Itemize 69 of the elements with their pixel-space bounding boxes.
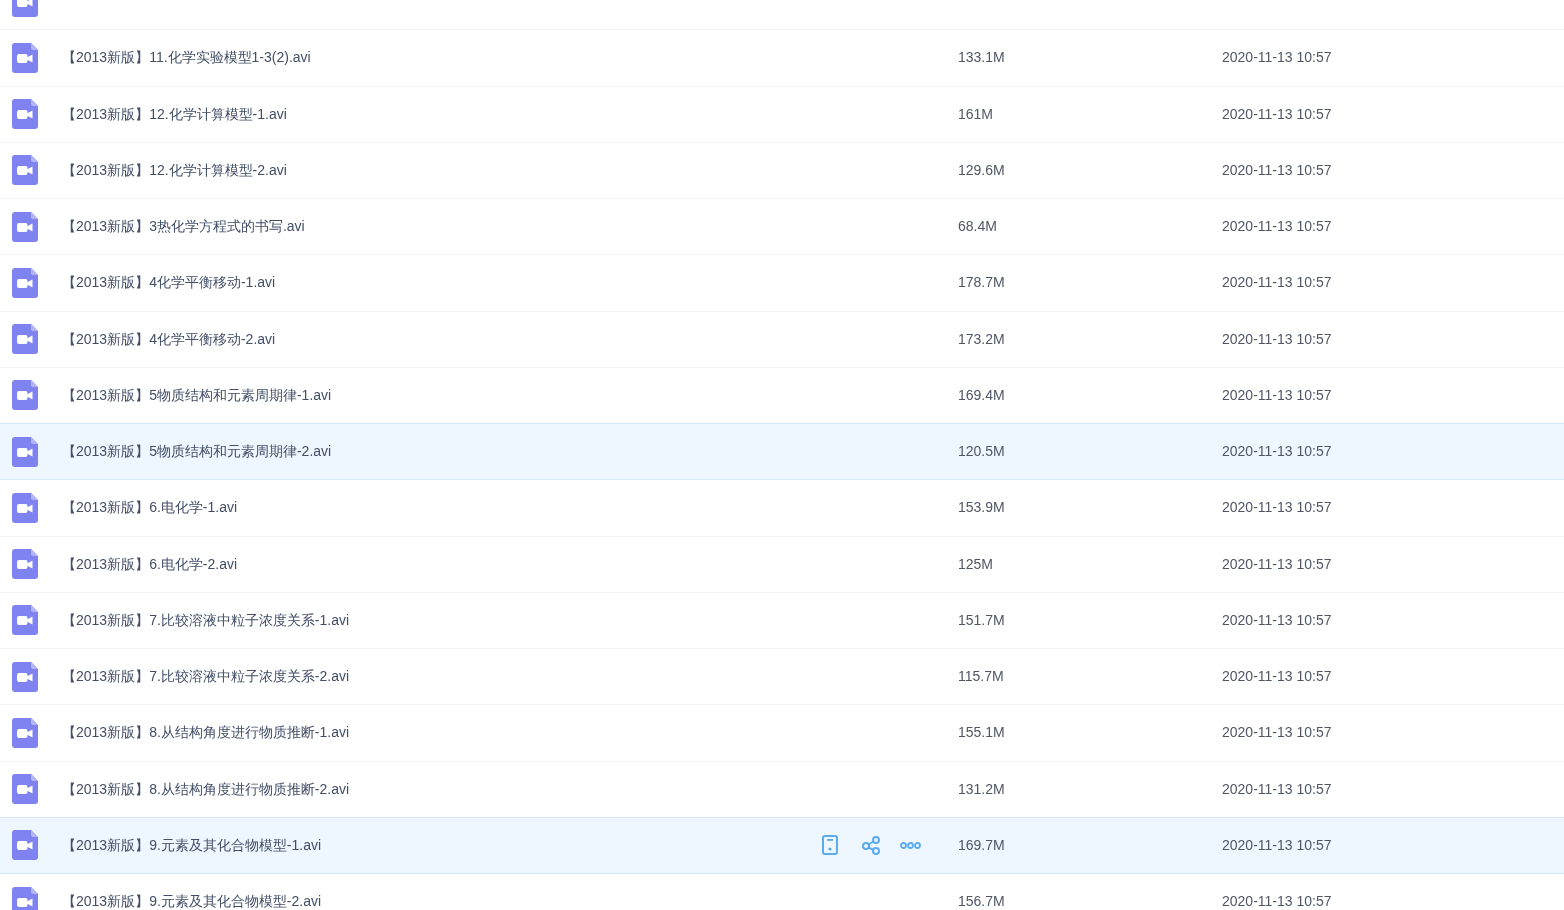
- file-size: 169.4M: [958, 387, 1006, 403]
- modified-date: 2020-11-13 10:57: [1222, 669, 1333, 685]
- file-name[interactable]: 【2013新版】7.比较溶液中粒子浓度关系-1.avi: [62, 612, 350, 628]
- file-name[interactable]: 【2013新版】5物质结构和元素周期律-1.avi: [62, 387, 332, 403]
- file-name[interactable]: 【2013新版】6.电化学-1.avi: [62, 500, 238, 516]
- video-file-icon: [12, 717, 38, 748]
- file-name[interactable]: 【2013新版】4化学平衡移动-1.avi: [62, 275, 276, 291]
- modified-date: 2020-11-13 10:57: [1222, 387, 1333, 403]
- video-file-icon: [12, 661, 38, 692]
- video-file-icon: [12, 605, 38, 636]
- file-name[interactable]: 【2013新版】8.从结构角度进行物质推断-1.avi: [62, 725, 350, 741]
- file-name[interactable]: 【2013新版】8.从结构角度进行物质推断-2.avi: [62, 781, 350, 797]
- file-size: 153.9M: [958, 500, 1006, 516]
- file-size: 68.4M: [958, 219, 998, 235]
- modified-date: 2020-11-13 10:57: [1222, 331, 1333, 347]
- modified-date: 2020-11-13 10:57: [1222, 500, 1333, 516]
- file-name[interactable]: 【2013新版】12.化学计算模型-1.avi: [62, 106, 287, 122]
- modified-date: 2020-11-13 10:57: [1222, 162, 1333, 178]
- file-name[interactable]: 【2013新版】9.元素及其化合物模型-2.avi: [62, 894, 322, 910]
- file-size: 169.7M: [958, 837, 1006, 853]
- file-name[interactable]: 【2013新版】7.比较溶液中粒子浓度关系-2.avi: [62, 669, 350, 685]
- video-file-icon: [12, 830, 38, 861]
- file-size: 120.5M: [958, 444, 1006, 460]
- video-file-icon: [12, 99, 38, 130]
- file-size: 156.7M: [958, 894, 1006, 910]
- video-file-icon: [12, 436, 38, 467]
- file-name[interactable]: 【2013新版】11.化学实验模型1-3(2).avi: [62, 50, 311, 66]
- modified-date: 2020-11-13 10:57: [1222, 725, 1333, 741]
- modified-date: 2020-11-13 10:57: [1222, 275, 1333, 291]
- video-file-icon: [12, 549, 38, 580]
- file-size: 125M: [958, 556, 995, 572]
- file-size: 133.1M: [958, 50, 1006, 66]
- modified-date: 2020-11-13 10:57: [1222, 781, 1333, 797]
- file-row[interactable]: 【2013新版】5物质结构和元素周期律-2.avi 120.5M 2020-11-13 10:57: [0, 424, 1564, 481]
- share-icon[interactable]: [862, 835, 880, 855]
- file-size: 115.7M: [958, 669, 1005, 685]
- modified-date: 2020-11-13 10:57: [1222, 219, 1333, 235]
- video-file-icon: [12, 42, 38, 73]
- video-file-icon: [12, 155, 38, 186]
- more-icon[interactable]: [900, 841, 921, 849]
- video-file-icon: [12, 324, 38, 355]
- file-name[interactable]: 【2013新版】12.化学计算模型-2.avi: [62, 162, 287, 178]
- modified-date: 2020-11-13 10:57: [1222, 50, 1333, 66]
- file-size: 178.7M: [958, 275, 1006, 291]
- file-name[interactable]: 【2013新版】5物质结构和元素周期律-2.avi: [62, 444, 332, 460]
- file-size: 155.1M: [958, 725, 1006, 741]
- file-name[interactable]: 【2013新版】6.电化学-2.avi: [62, 556, 238, 572]
- modified-date: 2020-11-13 10:57: [1222, 106, 1333, 122]
- file-size: 151.7M: [958, 612, 1006, 628]
- modified-date: 2020-11-13 10:57: [1222, 612, 1333, 628]
- file-size: 131.2M: [958, 781, 1006, 797]
- video-file-icon: [12, 886, 38, 910]
- video-file-icon: [12, 492, 38, 523]
- video-file-icon: [12, 267, 38, 298]
- modified-date: 2020-11-13 10:57: [1222, 444, 1333, 460]
- modified-date: 2020-11-13 10:57: [1222, 837, 1333, 853]
- modified-date: 2020-11-13 10:57: [1222, 556, 1333, 572]
- file-name[interactable]: 【2013新版】9.元素及其化合物模型-1.avi: [62, 837, 322, 853]
- video-file-icon: [12, 211, 38, 242]
- file-name[interactable]: 【2013新版】3热化学方程式的书写.avi: [62, 219, 305, 235]
- modified-date: 2020-11-13 10:57: [1222, 894, 1333, 910]
- video-file-icon: [12, 380, 38, 411]
- file-size: 173.2M: [958, 331, 1006, 347]
- file-row[interactable]: 【2013新版】9.元素及其化合物模型-1.avi 169.7M 2020-11-13 10:57: [0, 817, 1564, 874]
- file-size: 129.6M: [958, 162, 1006, 178]
- mobile-icon[interactable]: [822, 835, 838, 856]
- file-size: 161M: [958, 106, 995, 122]
- file-name[interactable]: 【2013新版】4化学平衡移动-2.avi: [62, 331, 276, 347]
- video-file-icon: [12, 774, 38, 805]
